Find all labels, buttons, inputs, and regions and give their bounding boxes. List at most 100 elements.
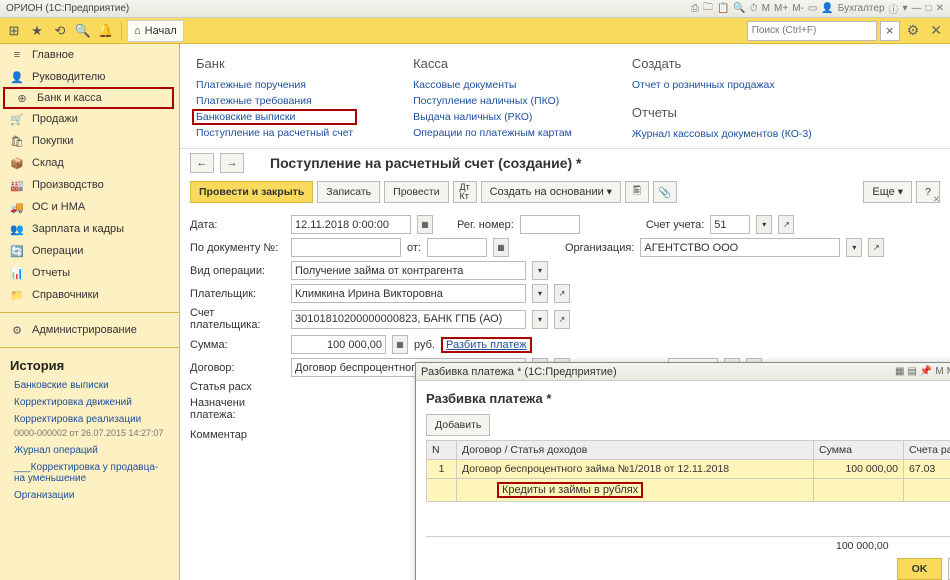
open-icon[interactable]: ↗ — [868, 238, 884, 257]
print-icon[interactable]: ⎙ — [691, 3, 699, 14]
m-icon[interactable]: M — [762, 3, 770, 14]
attach-button[interactable]: 🖺 — [625, 181, 649, 203]
post-button[interactable]: Провести — [384, 181, 448, 203]
open-icon[interactable]: 🗀 — [703, 0, 713, 17]
history-item[interactable]: Банковские выписки — [0, 377, 179, 394]
gear-icon[interactable]: ⚙ — [907, 22, 920, 39]
open-icon[interactable]: ↗ — [554, 310, 570, 329]
sidebar-item-reports[interactable]: 📊Отчеты — [0, 262, 179, 284]
payer-acct-input[interactable] — [291, 310, 526, 329]
date-input[interactable] — [291, 215, 411, 234]
min-icon[interactable]: — — [912, 3, 922, 14]
sidebar-item-warehouse[interactable]: 📦Склад — [0, 152, 179, 174]
mplus-icon[interactable]: M+ — [774, 3, 788, 14]
sidebar-item-bank[interactable]: ⊕Банк и касса — [3, 87, 174, 109]
sum-input[interactable] — [291, 335, 386, 354]
history-item[interactable]: Журнал операций — [0, 442, 179, 459]
menu-link[interactable]: Поступление на расчетный счет — [196, 127, 353, 139]
account-input[interactable] — [710, 215, 750, 234]
calc-icon[interactable]: ▦ — [392, 335, 408, 354]
menu-link[interactable]: Выдача наличных (РКО) — [413, 111, 572, 123]
menu-link[interactable]: Платежные поручения — [196, 79, 353, 91]
user-icon[interactable]: 👤 — [821, 3, 833, 14]
dropdown-icon[interactable]: ▾ — [903, 3, 908, 14]
calc-icon[interactable]: ▦ — [895, 366, 904, 377]
optype-input[interactable] — [291, 261, 526, 280]
open-icon[interactable]: ↗ — [554, 284, 570, 303]
clipboard-icon[interactable]: 📋 — [717, 3, 729, 14]
create-based-button[interactable]: Создать на основании ▾ — [481, 181, 621, 203]
window-icon[interactable]: ▭ — [808, 3, 817, 14]
timer-icon[interactable]: ⏱ — [750, 3, 758, 14]
max-icon[interactable]: □ — [926, 3, 932, 14]
open-icon[interactable]: ↗ — [778, 215, 794, 234]
sidebar-item-refs[interactable]: 📁Справочники — [0, 284, 179, 306]
sidebar-item-purchases[interactable]: 🛍Покупки — [0, 130, 179, 152]
bell-icon[interactable]: 🔔 — [96, 21, 116, 41]
org-input[interactable] — [640, 238, 840, 257]
menu-link[interactable]: Операции по платежным картам — [413, 127, 572, 139]
label-org: Организация: — [565, 242, 634, 254]
menu-link[interactable]: Поступление наличных (ПКО) — [413, 95, 572, 107]
split-payment-link[interactable]: Разбить платеж — [441, 337, 532, 353]
grid-icon[interactable]: ▤ — [907, 366, 916, 377]
forward-button[interactable]: → — [220, 153, 244, 173]
find-icon[interactable]: 🔍 — [733, 3, 745, 14]
payer-input[interactable] — [291, 284, 526, 303]
history-icon[interactable]: ⟲ — [50, 21, 70, 41]
back-button[interactable]: ← — [190, 153, 214, 173]
menu-link[interactable]: Журнал кассовых документов (КО-3) — [632, 128, 812, 140]
table-row[interactable]: 1 Договор беспроцентного займа №1/2018 о… — [427, 460, 950, 479]
movements-button[interactable]: ДтКт — [453, 181, 477, 203]
cart-icon: 🛒 — [10, 113, 24, 126]
history-item[interactable]: Организации — [0, 487, 179, 504]
m-icon[interactable]: M — [935, 366, 943, 377]
more-button[interactable]: Еще ▾ — [863, 181, 912, 203]
regnum-input[interactable] — [520, 215, 580, 234]
history-item[interactable]: Корректировка движений — [0, 394, 179, 411]
ok-button[interactable]: OK — [897, 558, 943, 580]
clear-icon[interactable]: × — [880, 21, 900, 41]
docdate-input[interactable] — [427, 238, 487, 257]
close-icon[interactable]: ✕ — [936, 3, 944, 14]
select-icon[interactable]: ▾ — [532, 261, 548, 280]
post-close-button[interactable]: Провести и закрыть — [190, 181, 313, 203]
sidebar-item-main[interactable]: ≡Главное — [0, 44, 179, 66]
sidebar-item-admin[interactable]: ⚙Администрирование — [0, 319, 179, 341]
save-button[interactable]: Записать — [317, 181, 380, 203]
sidebar-item-hr[interactable]: 👥Зарплата и кадры — [0, 218, 179, 240]
apps-icon[interactable]: ⊞ — [4, 21, 24, 41]
form-close-icon[interactable]: × — [933, 192, 940, 206]
mminus-icon[interactable]: M- — [792, 3, 804, 14]
star-icon[interactable]: ★ — [27, 21, 47, 41]
docnum-input[interactable] — [291, 238, 401, 257]
search-icon[interactable]: 🔍 — [73, 21, 93, 41]
home-tab[interactable]: ⌂ Начал — [127, 20, 184, 42]
select-icon[interactable]: ▾ — [846, 238, 862, 257]
calendar-icon[interactable]: ▦ — [417, 215, 433, 234]
info-icon[interactable]: ⓘ — [889, 1, 899, 16]
sidebar-item-director[interactable]: 👤Руководителю — [0, 66, 179, 88]
search-input[interactable] — [747, 21, 877, 41]
calendar-icon[interactable]: ▦ — [493, 238, 509, 257]
table-row-sub[interactable]: Кредиты и займы в рублях — [427, 479, 950, 502]
select-icon[interactable]: ▾ — [532, 284, 548, 303]
sidebar-item-sales[interactable]: 🛒Продажи — [0, 108, 179, 130]
history-item[interactable]: Корректировка реализации — [0, 411, 179, 428]
link-button[interactable]: 📎 — [653, 181, 677, 203]
history-item[interactable]: ___Корректировка у продавца-на уменьшени… — [0, 459, 179, 487]
menu-link[interactable]: Отчет о розничных продажах — [632, 79, 812, 91]
sidebar-item-production[interactable]: 🏭Производство — [0, 174, 179, 196]
menu-link-bank-statements[interactable]: Банковские выписки — [192, 109, 357, 125]
pin-icon[interactable]: 📌 — [920, 366, 932, 377]
user-name[interactable]: Бухгалтер — [838, 3, 885, 14]
add-button[interactable]: Добавить — [426, 414, 490, 436]
menu-link[interactable]: Кассовые документы — [413, 79, 572, 91]
sidebar-item-operations[interactable]: 🔄Операции — [0, 240, 179, 262]
sidebar-item-assets[interactable]: 🚚ОС и НМА — [0, 196, 179, 218]
menu-link[interactable]: Платежные требования — [196, 95, 353, 107]
window-titlebar: ОРИОН (1С:Предприятие) ⎙ 🗀 📋 🔍 ⏱ M M+ M-… — [0, 0, 950, 18]
select-icon[interactable]: ▾ — [532, 310, 548, 329]
panel-close-icon[interactable]: ✕ — [930, 22, 942, 39]
select-icon[interactable]: ▾ — [756, 215, 772, 234]
